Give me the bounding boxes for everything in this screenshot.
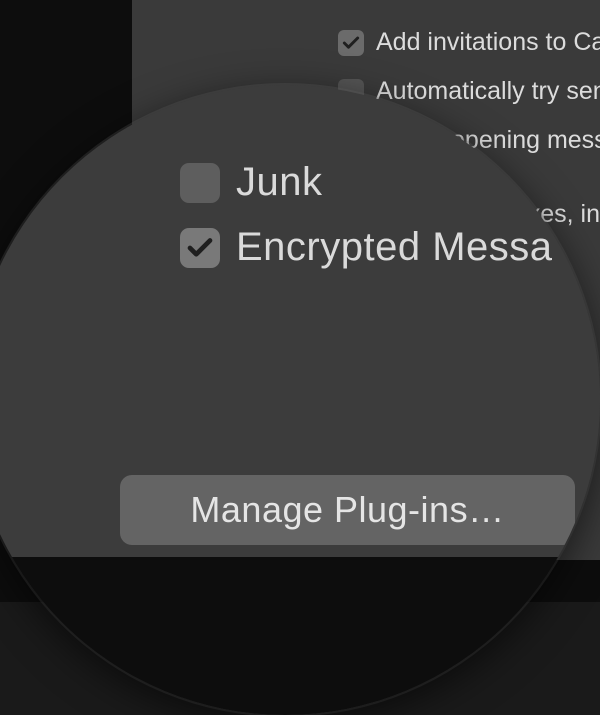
checkmark-icon [341, 33, 361, 53]
checkbox-invitations[interactable] [338, 30, 364, 56]
pref-row-junk: Junk [180, 160, 600, 205]
checkbox-label: Add invitations to Calendar au [376, 28, 600, 57]
pref-row-encrypted: Encrypted Messa [180, 225, 600, 270]
checkbox-junk[interactable] [180, 163, 220, 203]
checkbox-label: Encrypted Messa [236, 225, 553, 270]
manage-plugins-button[interactable]: Manage Plug-ins… [120, 475, 575, 545]
checkmark-icon [185, 233, 215, 263]
pref-row-invitations: Add invitations to Calendar au [338, 28, 600, 57]
magnified-outer-background [0, 557, 600, 715]
magnifier-content: Junk Encrypted Messa Manage Plug-ins… [0, 85, 600, 715]
button-label: Manage Plug-ins… [190, 489, 504, 531]
checkbox-label: Junk [236, 160, 323, 205]
checkbox-encrypted[interactable] [180, 228, 220, 268]
magnified-checkboxes: Junk Encrypted Messa [180, 160, 600, 290]
magnifier-lens: Junk Encrypted Messa Manage Plug-ins… [0, 85, 600, 715]
app-background: Add invitations to Calendar au Automatic… [0, 0, 600, 602]
